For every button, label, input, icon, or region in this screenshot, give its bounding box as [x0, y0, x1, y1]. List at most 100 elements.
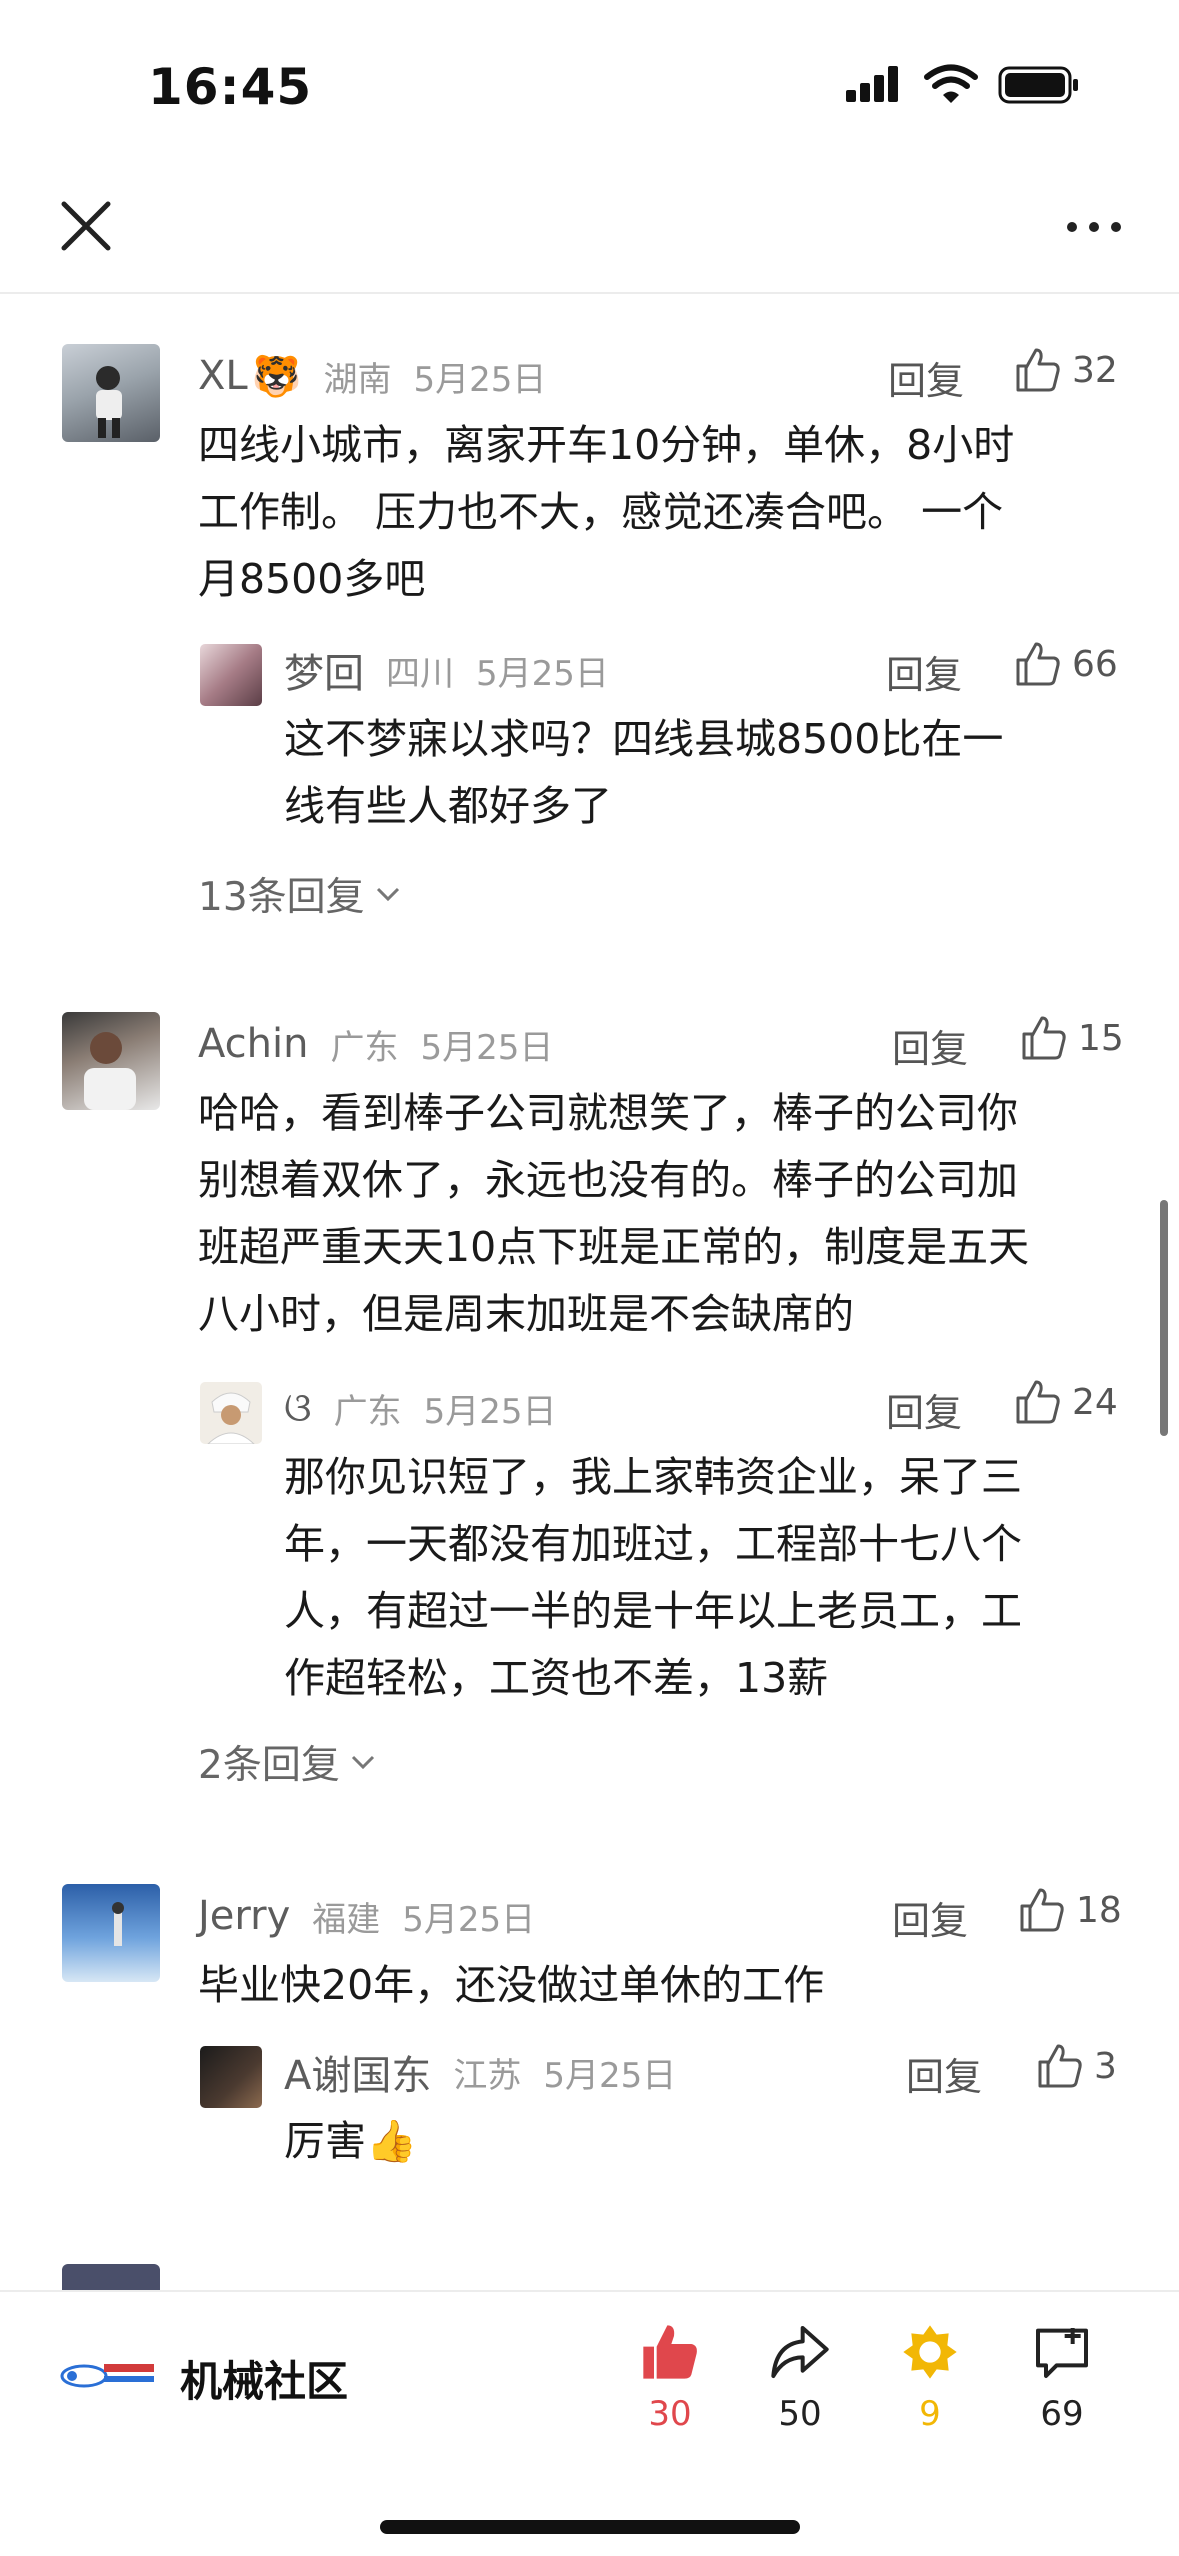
top-nav-bar: [0, 160, 1179, 294]
reply-line: 厉害👍: [284, 2117, 418, 2165]
date: 5月25日: [476, 653, 609, 694]
share-icon: [771, 2326, 829, 2378]
like-count: 30: [648, 2394, 692, 2434]
reply-line: 年，一天都没有加班过，工程部十七八个: [284, 1520, 1022, 1568]
avatar[interactable]: [62, 1884, 160, 1982]
thumbs-up-icon: [1020, 1888, 1064, 1932]
comment-meta: Achin 广东 5月25日: [198, 1014, 553, 1074]
share-action[interactable]: 50: [750, 2320, 850, 2434]
comment-add-icon: [1036, 2328, 1088, 2378]
comment-line: 月8500多吧: [198, 555, 426, 603]
username[interactable]: 梦回: [284, 641, 364, 699]
like-button[interactable]: 15: [1020, 1014, 1124, 1062]
status-time: 16:45: [148, 58, 313, 116]
comment-text: 哈哈，看到棒子公司就想笑了，棒子的公司你 别想着双休了，永远也没有的。棒子的公司…: [198, 1080, 1029, 1348]
like-button[interactable]: 3: [1036, 2042, 1117, 2090]
brand-name[interactable]: 机械社区: [180, 2348, 348, 2409]
location: 福建: [312, 1899, 381, 1940]
comment-line: 工作制。 压力也不大，感觉还凑合吧。 一个: [198, 488, 1004, 536]
reply-line: 作超轻松，工资也不差，13薪: [284, 1654, 829, 1702]
reply-button[interactable]: 回复: [906, 2046, 982, 2101]
reply-button[interactable]: 回复: [892, 1018, 968, 1073]
comment-list: XL 🐯 湖南 5月25日 回复 32 四线小城市，离家开车10分钟，单休，8小…: [0, 294, 1179, 2290]
comment-line: 哈哈，看到棒子公司就想笑了，棒子的公司你: [198, 1089, 1018, 1137]
date: 5月25日: [402, 1899, 536, 1940]
reply-line: 那你见识短了，我上家韩资企业，呆了三: [284, 1453, 1022, 1501]
comment-line: 班超严重天天10点下班是正常的，制度是五天: [198, 1223, 1030, 1271]
status-bar: 16:45: [0, 0, 1179, 160]
date: 5月25日: [423, 1391, 557, 1432]
bottom-action-bar: [0, 2290, 1179, 2556]
comment-meta: XL 🐯 湖南 5月25日: [198, 346, 546, 406]
like-count: 15: [1078, 1017, 1124, 1059]
reply-button[interactable]: 回复: [886, 1382, 962, 1437]
like-button[interactable]: 32: [1014, 346, 1118, 394]
avatar[interactable]: [62, 2264, 160, 2290]
thumbs-up-filled-icon: [643, 2325, 697, 2379]
avatar[interactable]: [62, 344, 160, 442]
username[interactable]: Jerry: [198, 1893, 290, 1939]
reply-line: 线有些人都好多了: [284, 782, 612, 830]
reply-text: 厉害👍: [284, 2108, 417, 2175]
like-action[interactable]: 30: [620, 2320, 720, 2434]
favorite-action[interactable]: 9: [880, 2320, 980, 2434]
more-replies-label: 2条回复: [198, 1743, 340, 1788]
avatar[interactable]: [200, 2046, 262, 2108]
date: 5月25日: [543, 2055, 677, 2096]
comment-line: 毕业快20年，还没做过单休的工作: [198, 1961, 825, 2009]
username[interactable]: XL: [198, 353, 248, 399]
favorite-icon: [903, 2325, 957, 2379]
avatar[interactable]: [62, 1012, 160, 1110]
like-button[interactable]: 24: [1014, 1378, 1118, 1426]
view-more-replies[interactable]: 13条回复: [198, 866, 401, 922]
like-button[interactable]: 18: [1018, 1886, 1122, 1934]
close-icon[interactable]: [56, 196, 116, 256]
battery-icon: [998, 66, 1078, 104]
comment-meta: Jerry 福建 5月25日: [198, 1886, 535, 1946]
thumbs-up-icon: [1016, 348, 1060, 392]
date: 5月25日: [420, 1027, 554, 1068]
comment-line: 别想着双休了，永远也没有的。棒子的公司加: [198, 1156, 1018, 1204]
avatar[interactable]: [200, 1382, 262, 1444]
reply-button[interactable]: 回复: [888, 350, 964, 405]
location: 江苏: [453, 2055, 522, 2096]
thumbs-up-icon: [1038, 2044, 1082, 2088]
like-count: 32: [1072, 349, 1118, 391]
tiger-emoji: 🐯: [251, 353, 302, 400]
location: 广东: [330, 1027, 399, 1068]
reply-text: 这不梦寐以求吗？四线县城8500比在一 线有些人都好多了: [284, 706, 1003, 840]
scrollbar[interactable]: [1160, 1200, 1168, 1436]
reply-line: 人，有超过一半的是十年以上老员工，工: [284, 1587, 1022, 1635]
like-count: 3: [1094, 2045, 1117, 2087]
reply-line: 这不梦寐以求吗？四线县城8500比在一: [284, 715, 1004, 763]
username[interactable]: Achin: [198, 1021, 308, 1067]
location: 四川: [386, 653, 454, 694]
home-indicator[interactable]: [380, 2520, 800, 2534]
thumbs-up-icon: [1016, 1380, 1060, 1424]
like-button[interactable]: 66: [1014, 640, 1118, 688]
comment-line: 四线小城市，离家开车10分钟，单休，8小时: [198, 421, 1015, 469]
more-options-icon[interactable]: [1064, 212, 1124, 242]
reply-button[interactable]: 回复: [892, 1890, 968, 1945]
reply-button[interactable]: 回复: [886, 644, 962, 699]
comment-action[interactable]: 69: [1012, 2320, 1112, 2434]
thumbs-up-icon: [1022, 1016, 1066, 1060]
comment-text: 四线小城市，离家开车10分钟，单休，8小时 工作制。 压力也不大，感觉还凑合吧。…: [198, 412, 1014, 613]
like-count: 24: [1072, 1381, 1118, 1423]
comment-line: 八小时，但是周末加班是不会缺席的: [198, 1290, 854, 1338]
comment-text: 毕业快20年，还没做过单休的工作: [198, 1952, 824, 2019]
reply-meta: ଓ 广东 5月25日: [284, 1378, 556, 1438]
brand-logo-icon: [60, 2364, 154, 2388]
more-replies-label: 13条回复: [198, 875, 365, 920]
view-more-replies[interactable]: 2条回复: [198, 1734, 376, 1790]
username[interactable]: A谢国东: [284, 2043, 431, 2101]
reply-meta: 梦回 四川 5月25日: [284, 640, 609, 700]
like-count: 66: [1072, 643, 1118, 685]
thumbs-up-icon: [1016, 642, 1060, 686]
avatar[interactable]: [200, 644, 262, 706]
date: 5月25日: [413, 359, 547, 400]
cellular-signal-icon: [846, 66, 898, 102]
username[interactable]: ଓ: [284, 1385, 312, 1431]
chevron-down-icon: [376, 887, 399, 902]
share-count: 50: [778, 2394, 822, 2434]
